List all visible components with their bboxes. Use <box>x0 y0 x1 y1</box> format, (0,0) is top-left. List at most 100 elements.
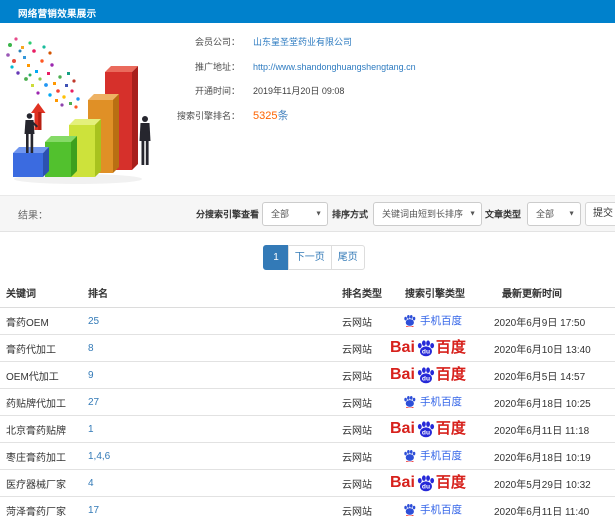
engine-label: 手机百度 <box>420 449 462 462</box>
baidu-logo-bai: Bai <box>390 474 415 491</box>
table-row: 枣庄膏药加工 1,4,6 云网站 手机百度 2020年6月18日 10:19 <box>0 442 615 470</box>
baidu-logo-cn: 百度 <box>435 366 466 383</box>
submit-button[interactable]: 提交 <box>585 201 615 226</box>
engine-select[interactable]: 全部 ▼ <box>262 201 328 226</box>
baidu-paw-icon: du <box>417 474 434 491</box>
rank-cell[interactable]: 1,4,6 <box>80 442 334 470</box>
rank-type-cell: 云网站 <box>334 415 382 443</box>
table-header-row: 关键词 排名 排名类型 搜索引擎类型 最新更新时间 <box>0 283 615 308</box>
title-bar: 网络营销效果展示 <box>0 0 615 23</box>
table-row: 菏泽膏药厂家 17 云网站 手机百度 2020年6月11日 11:40 <box>0 496 615 520</box>
search-engine-cell: 手机百度 <box>382 307 486 335</box>
info-row-opentime: 开通时间： 2019年11月20日 09:08 <box>0 86 344 97</box>
info-row-company: 会员公司： 山东皇圣堂药业有限公司 <box>0 37 352 48</box>
rank-type-cell: 云网站 <box>334 388 382 416</box>
updated-time-cell: 2020年5月29日 10:32 <box>486 469 615 497</box>
search-engine-cell: Bai du 百度 <box>382 334 486 362</box>
opentime-value: 2019年11月20日 09:08 <box>253 86 345 96</box>
search-engine-cell: 手机百度 <box>382 496 486 520</box>
table-row: 医疗器械厂家 4 云网站 Bai du 百度 2020年5月29日 10:32 <box>0 469 615 497</box>
keyword-cell: 枣庄膏药加工 <box>0 442 80 470</box>
svg-text:du: du <box>422 429 430 436</box>
search-engine-cell: Bai du 百度 <box>382 415 486 443</box>
company-label: 会员公司： <box>194 37 240 47</box>
engine-label: 手机百度 <box>420 503 462 516</box>
rankcount-label: 搜索引擎排名： <box>176 110 240 121</box>
sort-select[interactable]: 关键词由短到长排序 ▼ <box>373 201 482 226</box>
rank-cell[interactable]: 4 <box>80 469 334 497</box>
engine-label: 手机百度 <box>420 395 462 408</box>
info-row-url: 推广地址： http://www.shandonghuangshengtang.… <box>0 62 416 73</box>
updated-time-cell: 2020年6月5日 14:57 <box>486 361 615 389</box>
article-type-label: 文章类型 <box>485 209 522 219</box>
search-engine-cell: Bai du 百度 <box>382 361 486 389</box>
rank-cell[interactable]: 1 <box>80 415 334 443</box>
baidu-paw-icon <box>404 314 416 327</box>
rankcount-value: 5325条 <box>253 109 289 122</box>
ranking-table: 关键词 排名 排名类型 搜索引擎类型 最新更新时间 膏药OEM 25 云网站 手机百度… <box>0 283 615 520</box>
hero-section: 会员公司： 山东皇圣堂药业有限公司 推广地址： http://www.shand… <box>0 23 615 195</box>
last-page-button[interactable]: 尾页 <box>330 245 365 270</box>
keyword-cell: OEM代加工 <box>0 361 80 389</box>
filter-bar: 结果： 分搜索引擎查看 全部 ▼ 排序方式 关键词由短到长排序 ▼ 文章类型 全… <box>0 195 615 232</box>
company-link[interactable]: 山东皇圣堂药业有限公司 <box>253 37 352 48</box>
info-row-rankcount: 搜索引擎排名： 5325条 <box>0 109 289 122</box>
rank-cell[interactable]: 27 <box>80 388 334 416</box>
mobile-baidu-badge: 手机百度 <box>403 313 462 328</box>
page: 网络营销效果展示 会员公司： 山东皇圣堂药业有限公司 推广地址： http://… <box>0 0 615 520</box>
opentime-label: 开通时间： <box>194 86 240 96</box>
chevron-down-icon: ▼ <box>469 210 476 217</box>
page-title: 网络营销效果展示 <box>18 9 97 20</box>
baidu-paw-icon: du <box>417 366 434 383</box>
updated-time-cell: 2020年6月9日 17:50 <box>486 307 615 335</box>
baidu-logo: Bai du 百度 <box>390 339 466 358</box>
result-label: 结果： <box>18 210 48 221</box>
confetti <box>6 37 80 109</box>
baidu-paw-icon: du <box>417 339 434 356</box>
search-engine-cell: 手机百度 <box>382 442 486 470</box>
table-row: OEM代加工 9 云网站 Bai du 百度 2020年6月5日 14:57 <box>0 361 615 389</box>
baidu-logo-cn: 百度 <box>435 420 466 437</box>
updated-time-cell: 2020年6月11日 11:40 <box>486 496 615 520</box>
baidu-logo-bai: Bai <box>390 339 415 356</box>
updated-time-cell: 2020年6月18日 10:25 <box>486 388 615 416</box>
search-engine-cell: Bai du 百度 <box>382 469 486 497</box>
mobile-baidu-badge: 手机百度 <box>403 448 462 463</box>
rank-cell[interactable]: 9 <box>80 361 334 389</box>
rank-cell[interactable]: 8 <box>80 334 334 362</box>
baidu-logo: Bai du 百度 <box>390 420 466 439</box>
rank-type-cell: 云网站 <box>334 469 382 497</box>
rankcount-unit: 条 <box>277 109 289 122</box>
baidu-logo-bai: Bai <box>390 420 415 437</box>
promo-url-link[interactable]: http://www.shandonghuangshengtang.cn <box>253 62 416 73</box>
baidu-logo-cn: 百度 <box>435 339 466 356</box>
updated-time-cell: 2020年6月18日 10:19 <box>486 442 615 470</box>
rank-cell[interactable]: 25 <box>80 307 334 335</box>
keyword-cell: 北京膏药贴牌 <box>0 415 80 443</box>
table-row: 膏药OEM 25 云网站 手机百度 2020年6月9日 17:50 <box>0 307 615 335</box>
baidu-logo-cn: 百度 <box>435 474 466 491</box>
rank-type-cell: 云网站 <box>334 496 382 520</box>
baidu-logo: Bai du 百度 <box>390 366 466 385</box>
baidu-paw-icon <box>404 449 416 462</box>
baidu-logo: Bai du 百度 <box>390 474 466 493</box>
rank-type-cell: 云网站 <box>334 442 382 470</box>
rank-type-cell: 云网站 <box>334 307 382 335</box>
keyword-cell: 膏药OEM <box>0 307 80 335</box>
rank-cell[interactable]: 17 <box>80 496 334 520</box>
keyword-cell: 医疗器械厂家 <box>0 469 80 497</box>
sort-select-value: 关键词由短到长排序 <box>382 209 464 219</box>
next-page-button[interactable]: 下一页 <box>287 245 332 270</box>
page-1-button[interactable]: 1 <box>263 245 289 270</box>
search-engine-cell: 手机百度 <box>382 388 486 416</box>
keyword-cell: 膏药代加工 <box>0 334 80 362</box>
mobile-baidu-badge: 手机百度 <box>403 502 462 517</box>
updated-time-cell: 2020年6月11日 11:18 <box>486 415 615 443</box>
pagination: 1 下一页 尾页 <box>13 245 615 270</box>
article-type-select[interactable]: 全部 ▼ <box>527 201 581 226</box>
sort-label: 排序方式 <box>332 209 369 219</box>
baidu-paw-icon <box>404 395 416 408</box>
svg-text:du: du <box>422 483 430 490</box>
chevron-down-icon: ▼ <box>568 210 575 217</box>
rank-type-cell: 云网站 <box>334 361 382 389</box>
